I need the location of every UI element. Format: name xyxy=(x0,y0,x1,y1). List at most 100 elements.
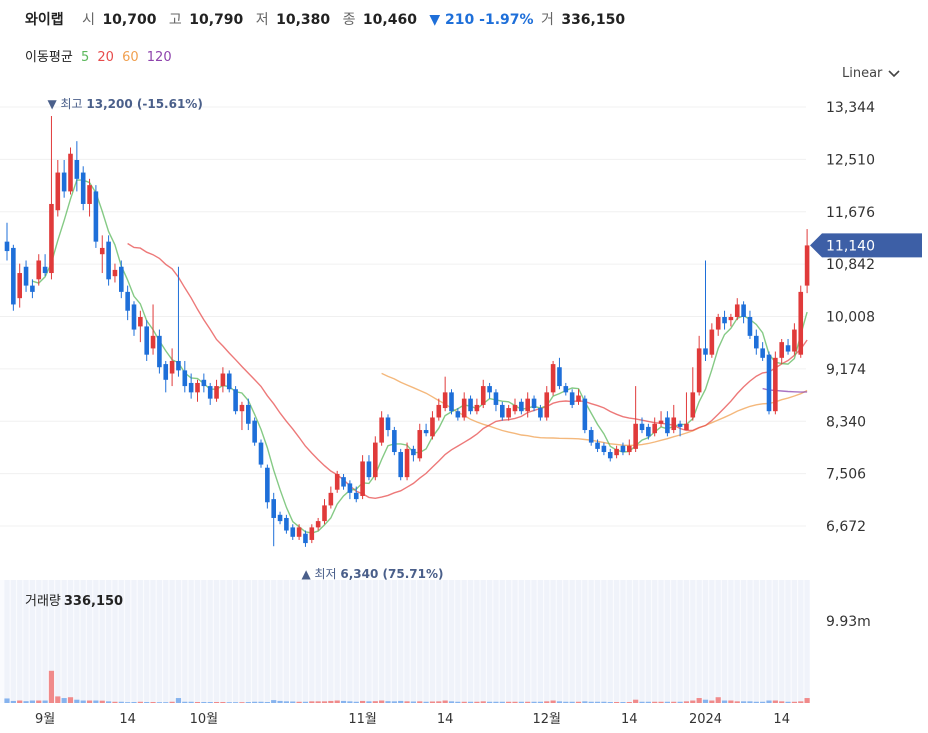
volume-bar[interactable] xyxy=(487,701,493,703)
volume-bar[interactable] xyxy=(252,701,258,703)
candle-body[interactable] xyxy=(627,445,632,453)
candle-body[interactable] xyxy=(99,247,105,255)
candle-body[interactable] xyxy=(385,417,391,431)
volume-bar[interactable] xyxy=(99,700,105,703)
volume-bar[interactable] xyxy=(537,701,543,703)
volume-bar[interactable] xyxy=(791,701,797,703)
candle-body[interactable] xyxy=(766,354,772,412)
candle-body[interactable] xyxy=(563,386,569,393)
candle-body[interactable] xyxy=(690,392,696,418)
candle-body[interactable] xyxy=(87,185,92,204)
candle-body[interactable] xyxy=(163,364,169,380)
volume-bar[interactable] xyxy=(417,701,423,703)
volume-bar[interactable] xyxy=(518,701,524,703)
volume-bar[interactable] xyxy=(721,700,728,703)
candle-body[interactable] xyxy=(500,404,505,418)
candle-body[interactable] xyxy=(455,411,461,418)
volume-bar[interactable] xyxy=(404,701,410,703)
volume-bar[interactable] xyxy=(271,700,277,703)
candle-body[interactable] xyxy=(398,452,403,478)
volume-bar[interactable] xyxy=(556,701,563,703)
candle-body[interactable] xyxy=(474,404,480,412)
volume-bar[interactable] xyxy=(448,701,455,703)
volume-bar[interactable] xyxy=(4,698,10,703)
volume-bar[interactable] xyxy=(442,700,448,703)
volume-bar[interactable] xyxy=(671,701,677,703)
price-chart[interactable]: 13,344 12,510 11,676 10,842 10,008 9,174 8,340… xyxy=(0,0,928,733)
volume-bar[interactable] xyxy=(379,700,385,703)
candle-body[interactable] xyxy=(239,404,245,412)
candle-body[interactable] xyxy=(4,241,10,252)
volume-bar[interactable] xyxy=(391,701,397,703)
volume-bar[interactable] xyxy=(385,701,391,703)
volume-bar[interactable] xyxy=(779,701,785,703)
volume-bar[interactable] xyxy=(512,701,518,703)
candle-body[interactable] xyxy=(588,430,594,443)
volume-bar[interactable] xyxy=(658,701,664,703)
candle-body[interactable] xyxy=(252,420,257,443)
candle-body[interactable] xyxy=(519,401,524,412)
candle-body[interactable] xyxy=(665,417,670,434)
candle-body[interactable] xyxy=(207,386,213,399)
volume-bar[interactable] xyxy=(652,701,658,703)
volume-bar[interactable] xyxy=(690,700,696,703)
candle-body[interactable] xyxy=(246,404,251,424)
candle-body[interactable] xyxy=(614,448,619,456)
volume-bar[interactable] xyxy=(575,701,582,703)
volume-bar[interactable] xyxy=(118,701,124,703)
candle-body[interactable] xyxy=(696,348,702,393)
volume-bar[interactable] xyxy=(29,700,35,703)
candle-body[interactable] xyxy=(328,492,334,506)
candle-body[interactable] xyxy=(195,382,200,393)
volume-bar[interactable] xyxy=(264,702,270,703)
volume-bar[interactable] xyxy=(467,701,474,703)
volume-bar[interactable] xyxy=(194,702,201,703)
candle-body[interactable] xyxy=(658,420,664,424)
volume-bar[interactable] xyxy=(258,701,264,703)
volume-bar[interactable] xyxy=(366,701,372,703)
volume-bar[interactable] xyxy=(86,700,93,703)
candle-body[interactable] xyxy=(379,417,384,443)
volume-bar[interactable] xyxy=(80,700,86,703)
volume-bar[interactable] xyxy=(207,702,213,703)
volume-bar[interactable] xyxy=(677,701,683,703)
volume-bar[interactable] xyxy=(150,702,156,703)
volume-bar[interactable] xyxy=(772,700,778,703)
candle-body[interactable] xyxy=(506,408,511,418)
candle-body[interactable] xyxy=(366,461,372,478)
candle-body[interactable] xyxy=(442,392,448,409)
candle-body[interactable] xyxy=(277,514,283,522)
volume-bar[interactable] xyxy=(61,698,67,703)
volume-bar[interactable] xyxy=(283,701,289,703)
volume-bar[interactable] xyxy=(334,700,340,703)
candle-body[interactable] xyxy=(226,373,232,390)
volume-bar[interactable] xyxy=(296,701,302,703)
volume-bar[interactable] xyxy=(728,700,734,703)
volume-bar[interactable] xyxy=(302,701,309,703)
candle-body[interactable] xyxy=(754,335,759,349)
candle-body[interactable] xyxy=(49,203,54,274)
candle-body[interactable] xyxy=(347,483,353,493)
volume-bar[interactable] xyxy=(239,702,245,703)
candle-body[interactable] xyxy=(74,160,80,179)
candle-body[interactable] xyxy=(728,317,734,321)
volume-bar[interactable] xyxy=(340,700,347,703)
candle-body[interactable] xyxy=(201,379,207,387)
volume-bar[interactable] xyxy=(474,701,480,703)
volume-bar[interactable] xyxy=(360,700,366,703)
volume-bar[interactable] xyxy=(315,701,321,703)
volume-bar[interactable] xyxy=(182,701,188,703)
candle-body[interactable] xyxy=(652,423,657,434)
candle-body[interactable] xyxy=(131,304,137,330)
volume-bar[interactable] xyxy=(93,700,99,703)
candle-body[interactable] xyxy=(423,430,429,434)
candle-body[interactable] xyxy=(525,398,530,412)
candle-body[interactable] xyxy=(544,392,550,418)
candle-body[interactable] xyxy=(538,408,543,418)
candle-body[interactable] xyxy=(176,360,181,371)
volume-bar[interactable] xyxy=(277,700,283,703)
candle-body[interactable] xyxy=(449,392,454,412)
candle-body[interactable] xyxy=(569,392,575,405)
volume-bar[interactable] xyxy=(683,701,690,703)
candle-body[interactable] xyxy=(550,364,556,393)
